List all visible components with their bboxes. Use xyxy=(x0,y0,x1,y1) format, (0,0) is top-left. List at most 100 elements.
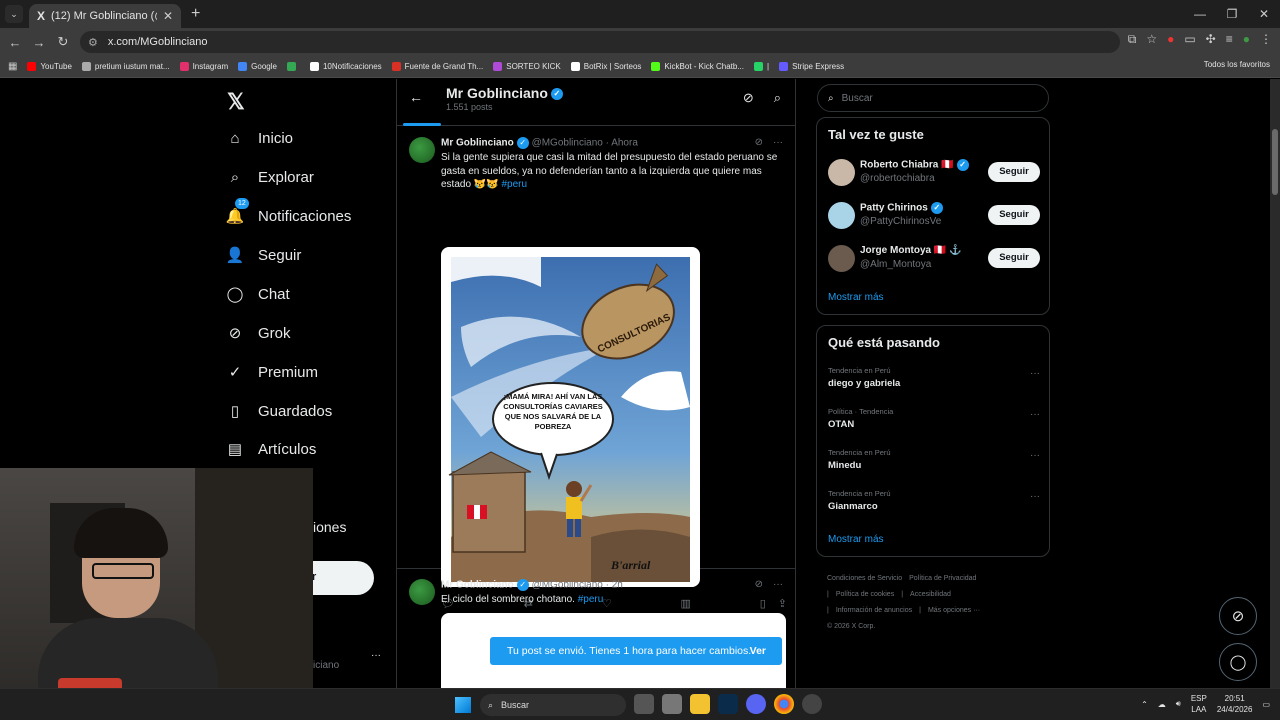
language-indicator[interactable]: ESP LAA xyxy=(1191,693,1207,715)
clock[interactable]: 20:51 24/4/2026 xyxy=(1217,693,1253,715)
avatar[interactable] xyxy=(828,159,855,186)
tweet[interactable]: Mr Goblinciano ✓ @MGoblinciano · 2h ⊘ ···… xyxy=(397,569,795,688)
trend-more-icon[interactable]: ··· xyxy=(1030,368,1040,379)
grok-fab-icon[interactable]: ⊘ xyxy=(1219,597,1257,635)
new-tab-button[interactable]: + xyxy=(191,5,200,23)
follow-button[interactable]: Seguir xyxy=(988,248,1040,268)
close-window-button[interactable]: ✕ xyxy=(1248,0,1280,28)
extensions-puzzle-icon[interactable]: ✣ xyxy=(1206,32,1216,47)
all-bookmarks-link[interactable]: Todos los favoritos xyxy=(1204,60,1270,69)
more-options-icon[interactable]: ··· xyxy=(773,137,783,148)
tweet-image[interactable]: CONSULTORIAS ¡MAMÁ MIRA! AHÍ VAN LAS CON… xyxy=(441,247,700,587)
hashtag-link[interactable]: #peru xyxy=(578,594,604,605)
nav-item-follow[interactable]: 👤 Seguir xyxy=(226,246,302,265)
reload-icon[interactable]: ↻ xyxy=(51,34,75,50)
profile-avatar-icon[interactable]: ● xyxy=(1243,32,1250,47)
app-icon[interactable] xyxy=(802,694,822,714)
network-icon[interactable]: ☁ xyxy=(1158,700,1166,709)
account-more-icon[interactable]: ··· xyxy=(371,650,381,661)
chrome-icon[interactable] xyxy=(774,694,794,714)
nav-item-articles[interactable]: ▤ Artículos xyxy=(226,440,316,459)
scrollbar-thumb[interactable] xyxy=(1272,129,1278,195)
bookmark-item[interactable]: Stripe Express xyxy=(779,62,844,71)
grok-icon[interactable]: ⊘ xyxy=(743,90,754,106)
follow-suggestion[interactable]: Roberto Chiabra 🇵🇪 ✓ @robertochiabra Seguir xyxy=(828,158,1040,188)
avatar[interactable] xyxy=(409,579,435,605)
tweet-time[interactable]: · Ahora xyxy=(606,138,638,149)
trend-item[interactable]: Tendencia en Perú diego y gabriela ··· xyxy=(828,366,1040,398)
bookmark-item[interactable]: BotRix | Sorteos xyxy=(570,62,641,71)
bookmark-item[interactable]: | xyxy=(754,62,769,71)
back-icon[interactable]: ← xyxy=(3,35,27,50)
footer-link[interactable]: © 2026 X Corp. xyxy=(827,623,875,630)
search-input[interactable]: ⌕ Buscar xyxy=(817,84,1049,112)
volume-icon[interactable]: 🔊︎ xyxy=(1176,699,1181,709)
browser-tab[interactable]: X (12) Mr Goblinciano (@MGoblinciano) / … xyxy=(29,4,181,28)
trend-item[interactable]: Tendencia en Perú Minedu ··· xyxy=(828,448,1040,480)
follow-button[interactable]: Seguir xyxy=(988,162,1040,182)
notifications-icon[interactable]: ▭ xyxy=(1262,700,1270,709)
back-arrow-icon[interactable]: ← xyxy=(409,89,423,105)
tab-close-icon[interactable]: ✕ xyxy=(163,9,173,23)
nav-item-grok[interactable]: ⊘ Grok xyxy=(226,324,291,343)
photoshop-icon[interactable] xyxy=(718,694,738,714)
bookmark-item[interactable]: pretium iustum mat... xyxy=(81,62,170,71)
bookmark-item[interactable]: SORTEO KICK xyxy=(493,62,561,71)
tray-chevron-icon[interactable]: ⌃ xyxy=(1141,700,1148,709)
tweet[interactable]: Mr Goblinciano ✓ @MGoblinciano · Ahora ⊘ … xyxy=(397,127,795,610)
forward-icon[interactable]: → xyxy=(27,35,51,50)
apps-grid-icon[interactable]: ▦ xyxy=(8,61,17,72)
minimize-button[interactable]: — xyxy=(1184,0,1216,28)
task-view-icon[interactable] xyxy=(634,694,654,714)
browser-menu-icon[interactable]: ⋮ xyxy=(1260,32,1272,47)
trend-more-icon[interactable]: ··· xyxy=(1030,450,1040,461)
footer-link[interactable]: Accesibilidad xyxy=(910,591,951,598)
footer-link[interactable]: Condiciones de Servicio xyxy=(827,575,902,582)
toast-view-link[interactable]: Ver xyxy=(750,645,766,657)
search-icon[interactable]: ⌕ xyxy=(774,90,781,106)
nav-item-partial[interactable]: iones xyxy=(313,519,346,535)
grok-explain-icon[interactable]: ⊘ xyxy=(755,137,763,148)
tweet-time[interactable]: · 2h xyxy=(606,580,623,591)
tweet-author-handle[interactable]: @MGoblinciano xyxy=(532,138,603,149)
site-info-icon[interactable]: ⚙ xyxy=(88,36,98,49)
show-more-link[interactable]: Mostrar más xyxy=(828,534,884,545)
show-more-link[interactable]: Mostrar más xyxy=(828,292,884,303)
hashtag-link[interactable]: #peru xyxy=(502,179,528,190)
bookmark-item[interactable]: Google xyxy=(238,62,277,71)
bookmark-item[interactable]: Fuente de Grand Th... xyxy=(391,62,483,71)
footer-link[interactable]: Política de Privacidad xyxy=(909,575,976,582)
bookmark-star-icon[interactable]: ☆ xyxy=(1146,32,1157,47)
follow-suggestion[interactable]: Patty Chirinos ✓ @PattyChirinosVe Seguir xyxy=(828,201,1040,231)
windows-start-icon[interactable] xyxy=(455,697,471,713)
taskbar-search[interactable]: ⌕ Buscar xyxy=(480,694,626,716)
app-icon[interactable] xyxy=(662,694,682,714)
x-logo-icon[interactable]: 𝕏 xyxy=(227,89,245,115)
url-input[interactable]: ⚙ x.com/MGoblinciano xyxy=(80,31,1120,53)
avatar[interactable] xyxy=(828,202,855,229)
trend-item[interactable]: Tendencia en Perú Gianmarco ··· xyxy=(828,489,1040,521)
tab-search-button[interactable]: ⌄ xyxy=(5,5,23,23)
file-explorer-icon[interactable] xyxy=(690,694,710,714)
trend-more-icon[interactable]: ··· xyxy=(1030,409,1040,420)
nav-item-bookmarks[interactable]: ▯ Guardados xyxy=(226,402,332,421)
restore-button[interactable]: ❐ xyxy=(1216,0,1248,28)
bookmark-item[interactable]: KickBot - Kick Chatb... xyxy=(651,62,744,71)
nav-item-premium[interactable]: ✓ Premium xyxy=(226,363,318,382)
more-options-icon[interactable]: ··· xyxy=(773,579,783,590)
discord-icon[interactable] xyxy=(746,694,766,714)
tweet-author-name[interactable]: Mr Goblinciano xyxy=(441,580,514,591)
nav-item-explore[interactable]: ⌕ Explorar xyxy=(226,168,314,186)
trend-more-icon[interactable]: ··· xyxy=(1030,491,1040,502)
trend-item[interactable]: Política · Tendencia OTAN ··· xyxy=(828,407,1040,439)
bookmark-item[interactable]: YouTube xyxy=(27,62,72,71)
follow-button[interactable]: Seguir xyxy=(988,205,1040,225)
install-icon[interactable]: ⧉ xyxy=(1128,32,1137,47)
extension-red-icon[interactable]: ● xyxy=(1167,32,1174,47)
extension-icon[interactable]: ▭ xyxy=(1184,32,1195,47)
grok-explain-icon[interactable]: ⊘ xyxy=(755,579,763,590)
account-partial[interactable]: iciano ··· xyxy=(313,644,393,674)
bookmark-item[interactable]: 10Notificaciones xyxy=(309,62,382,71)
footer-link[interactable]: Política de cookies xyxy=(836,591,894,598)
page-scrollbar[interactable] xyxy=(1270,79,1280,688)
